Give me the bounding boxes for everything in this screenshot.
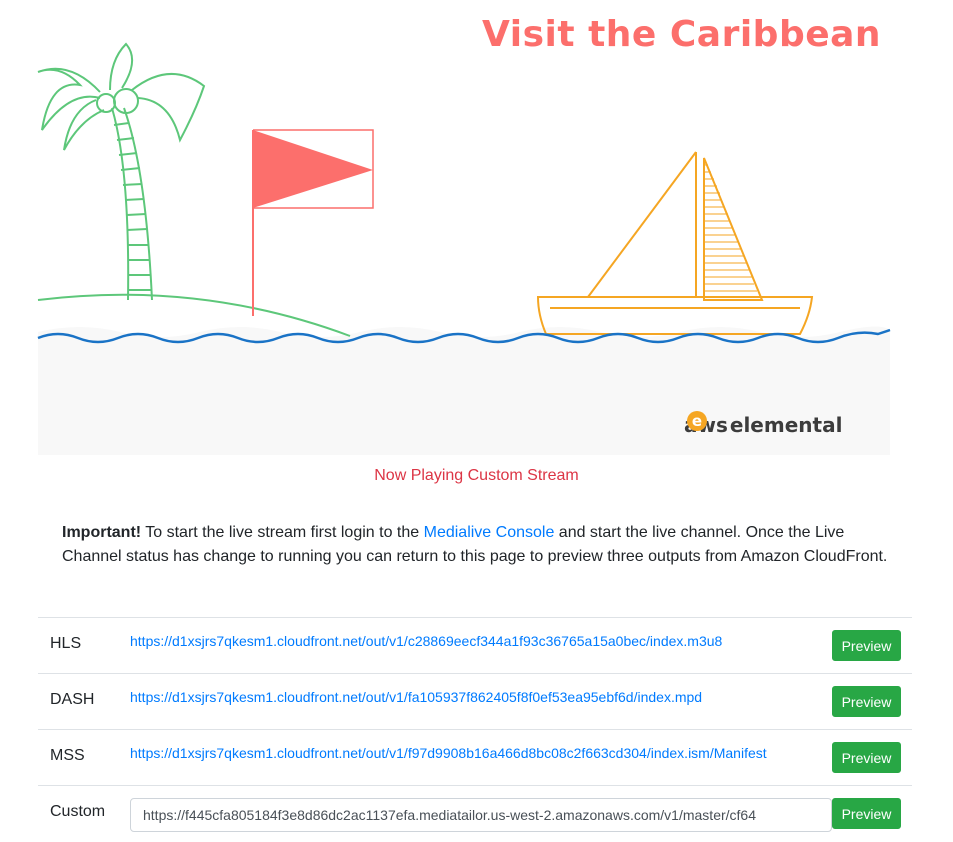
preview-button[interactable]: Preview [832, 798, 901, 829]
stream-url-link[interactable]: https://d1xsjrs7qkesm1.cloudfront.net/ou… [130, 633, 722, 649]
palm-tree [37, 42, 206, 301]
table-row-custom: Custom Preview [38, 785, 912, 842]
stream-label: HLS [50, 635, 82, 652]
notice-strong: Important! [62, 524, 142, 541]
stream-url-link[interactable]: https://d1xsjrs7qkesm1.cloudfront.net/ou… [130, 745, 767, 761]
important-notice: Important! To start the live stream firs… [62, 521, 892, 569]
preview-button[interactable]: Preview [832, 630, 901, 661]
notice-text-before: To start the live stream first login to … [141, 524, 424, 541]
stream-table: HLS https://d1xsjrs7qkesm1.cloudfront.ne… [38, 617, 912, 842]
table-row-hls: HLS https://d1xsjrs7qkesm1.cloudfront.ne… [38, 617, 912, 673]
flag [252, 129, 374, 316]
preview-button[interactable]: Preview [832, 742, 901, 773]
brand-elemental-text: elemental [729, 413, 843, 437]
elemental-e-icon: e [687, 411, 707, 431]
hero-title: Visit the Caribbean [482, 14, 882, 55]
caribbean-illustration [37, 42, 891, 455]
aws-elemental-logo: aws e elemental [684, 410, 842, 440]
stream-label: DASH [50, 691, 95, 708]
stream-url-link[interactable]: https://d1xsjrs7qkesm1.cloudfront.net/ou… [130, 689, 702, 705]
custom-url-input[interactable] [130, 798, 832, 832]
stream-label: MSS [50, 747, 85, 764]
stream-label: Custom [50, 803, 106, 820]
medialive-console-link[interactable]: Medialive Console [424, 524, 555, 541]
table-row-dash: DASH https://d1xsjrs7qkesm1.cloudfront.n… [38, 673, 912, 729]
table-row-mss: MSS https://d1xsjrs7qkesm1.cloudfront.ne… [38, 729, 912, 785]
preview-button[interactable]: Preview [832, 686, 901, 717]
hero-banner: Visit the Caribbean aws e elemental [0, 0, 953, 460]
sailboat [536, 151, 814, 335]
now-playing-status: Now Playing Custom Stream [374, 467, 579, 484]
svg-text:e: e [692, 412, 702, 430]
